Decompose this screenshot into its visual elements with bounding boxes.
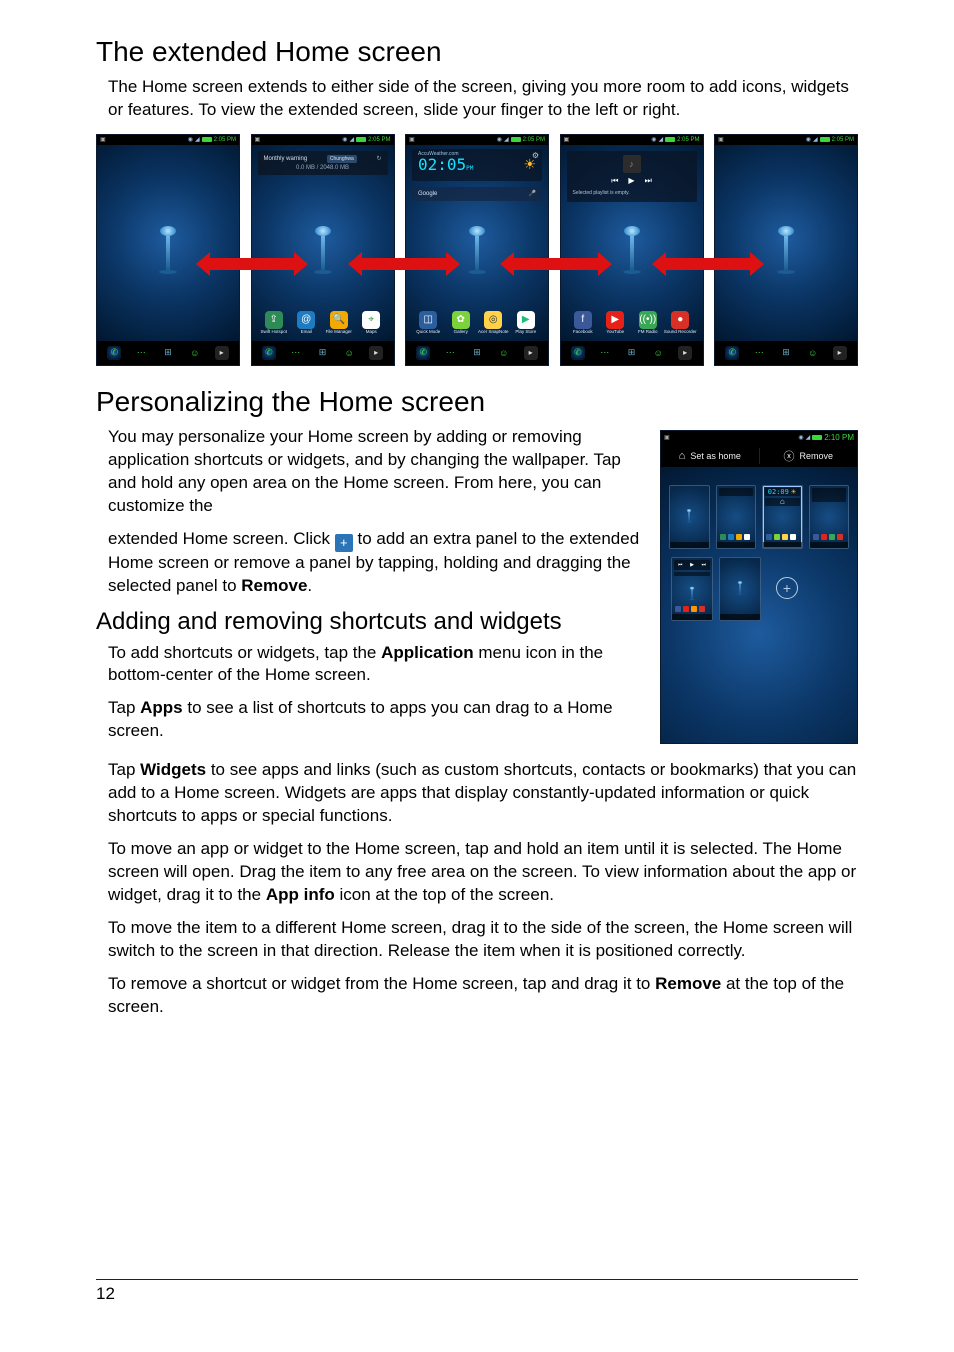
para-tap-widgets: Tap Widgets to see apps and links (such … <box>108 759 858 828</box>
notif-icon: ▣ <box>100 136 106 143</box>
app-file-manager[interactable]: 🔍File Manager <box>327 311 351 335</box>
para-extended-desc: The Home screen extends to either side o… <box>108 76 858 122</box>
widget-settings-icon[interactable]: ⚙ <box>532 151 539 160</box>
swipe-arrow-1 <box>210 258 294 270</box>
para-remove-widget: To remove a shortcut or widget from the … <box>108 973 858 1019</box>
remove-icon: ⓧ <box>783 448 794 464</box>
prev-icon[interactable]: ⏮ <box>611 176 618 186</box>
set-as-home-button[interactable]: ⌂ Set as home <box>661 450 759 462</box>
app-row: ⇪Swift Hotspot @Email 🔍File Manager ⌖Map… <box>252 311 394 335</box>
data-usage-widget[interactable]: Monthly warning Chunghwa ↻ 0.0 MB / 2048… <box>258 151 388 175</box>
player-caption: Selected playlist is empty. <box>567 190 697 196</box>
status-time: 2:05 PM <box>214 137 236 143</box>
app-quick-mode[interactable]: ◫Quick Mode <box>416 311 440 335</box>
wifi-icon: ◉ <box>188 136 193 143</box>
music-player-widget[interactable]: ♪ ⏮ ▶ ⏭ Selected playlist is empty. <box>567 151 697 202</box>
home-panel-right: ▣◉◢2:05 PM ♪ ⏮ ▶ ⏭ Selected playlist is … <box>560 134 704 366</box>
set-as-home-label: Set as home <box>690 451 741 461</box>
data-usage-label: Monthly warning <box>264 156 308 162</box>
plus-inline-icon: + <box>335 534 353 552</box>
search-placeholder: Google <box>418 191 437 197</box>
home-panel-far-right: ▣◉◢2:05 PM ✆⋯⊞☺▸ <box>714 134 858 366</box>
mini-prev-icon: ⏮ <box>678 562 683 568</box>
panel-manager-topbar: ⌂ Set as home ⓧ Remove <box>661 445 857 467</box>
swipe-arrow-4 <box>666 258 750 270</box>
panel-manager-figure: ▣ ◉ ◢ 2:10 PM ⌂ Set as home ⓧ Remove <box>660 430 858 744</box>
app-fm-radio[interactable]: ((•))FM Radio <box>636 311 660 335</box>
add-panel-button[interactable]: + <box>767 557 807 619</box>
plus-circle-icon: + <box>776 577 798 599</box>
home-panel-far-left: ▣ ◉ ◢ 2:05 PM ✆ ⋯ ⊞ ☺ ▸ <box>96 134 240 366</box>
weather-clock-widget[interactable]: AccuWeather.com 02:05PM ☀ ⚙ <box>412 149 542 181</box>
next-icon[interactable]: ⏭ <box>645 176 652 186</box>
signal-icon: ◢ <box>195 136 200 143</box>
app-play-store[interactable]: ▶Play Store <box>514 311 538 335</box>
status-bar: ▣ ◉ ◢ 2:05 PM <box>97 135 239 145</box>
home-panel-left: ▣◉◢2:05 PM Monthly warning Chunghwa ↻ 0.… <box>251 134 395 366</box>
status-time: 2:10 PM <box>824 433 854 442</box>
panel-thumb-3[interactable]: 02:09 ☀ ⌂ <box>762 485 803 549</box>
heading-personalizing: Personalizing the Home screen <box>96 386 858 418</box>
mini-weather-icon: ☀ <box>790 488 796 496</box>
home-panels-figure: ▣ ◉ ◢ 2:05 PM ✆ ⋯ ⊞ ☺ ▸ ▣ ◉◢ 2:05 PM <box>96 134 858 366</box>
swipe-arrow-2 <box>362 258 446 270</box>
widget-time: 02:05PM <box>418 155 473 174</box>
para-move-screen: To move the item to a different Home scr… <box>108 917 858 963</box>
app-snapnote[interactable]: ◎Acer SnapNote <box>481 311 505 335</box>
mic-icon[interactable]: 🎤 <box>529 190 536 197</box>
heading-extended-home: The extended Home screen <box>96 36 858 68</box>
app-sound-recorder[interactable]: ●Sound Recorder <box>668 311 692 335</box>
remove-label: Remove <box>799 451 833 461</box>
google-search-widget[interactable]: Google 🎤 <box>412 187 542 201</box>
para-move-app: To move an app or widget to the Home scr… <box>108 838 858 907</box>
battery-icon <box>202 137 212 142</box>
mini-play-icon: ▶ <box>690 562 694 568</box>
swipe-arrow-3 <box>514 258 598 270</box>
dock-messages-icon[interactable]: ⋯ <box>134 346 148 360</box>
carrier-chip: Chunghwa <box>327 155 357 163</box>
app-maps[interactable]: ⌖Maps <box>359 311 383 335</box>
remove-button[interactable]: ⓧ Remove <box>759 448 858 464</box>
page-footer: 12 <box>96 1279 858 1304</box>
dock: ✆ ⋯ ⊞ ☺ ▸ <box>97 341 239 365</box>
mini-home-icon: ⌂ <box>780 497 785 506</box>
dock-contacts-icon[interactable]: ☺ <box>188 346 202 360</box>
notif-icon: ▣ <box>664 434 670 441</box>
battery-icon <box>812 435 822 440</box>
home-panel-center: ▣◉◢2:05 PM AccuWeather.com 02:05PM ☀ ⚙ G… <box>405 134 549 366</box>
mini-widget-time: 02:09 <box>768 488 789 496</box>
app-gallery[interactable]: ✿Gallery <box>449 311 473 335</box>
app-youtube[interactable]: ▶YouTube <box>603 311 627 335</box>
dock-phone-icon[interactable]: ✆ <box>107 346 121 360</box>
home-icon: ⌂ <box>679 450 686 462</box>
dock-camera-icon[interactable]: ▸ <box>215 346 229 360</box>
panel-thumb-2[interactable] <box>716 485 757 549</box>
page-number: 12 <box>96 1284 115 1303</box>
wallpaper-glass <box>159 226 177 282</box>
refresh-icon[interactable]: ↻ <box>376 155 381 162</box>
signal-icon: ◢ <box>806 434 811 441</box>
app-email[interactable]: @Email <box>294 311 318 335</box>
accuweather-label: AccuWeather.com <box>418 151 458 157</box>
mini-next-icon: ⏭ <box>702 562 707 568</box>
dock-allapps-icon[interactable]: ⊞ <box>161 346 175 360</box>
wifi-icon: ◉ <box>798 434 803 441</box>
panel-thumb-4[interactable] <box>809 485 850 549</box>
app-facebook[interactable]: fFacebook <box>571 311 595 335</box>
app-swift-hotspot[interactable]: ⇪Swift Hotspot <box>262 311 286 335</box>
play-icon[interactable]: ▶ <box>628 176 634 186</box>
panel-thumb-5[interactable]: ⏮ ▶ ⏭ <box>671 557 713 621</box>
album-art-icon: ♪ <box>623 155 641 173</box>
data-usage-value: 0.0 MB / 2048.0 MB <box>264 165 382 171</box>
panel-thumb-1[interactable] <box>669 485 710 549</box>
panel-thumb-6[interactable] <box>719 557 761 621</box>
